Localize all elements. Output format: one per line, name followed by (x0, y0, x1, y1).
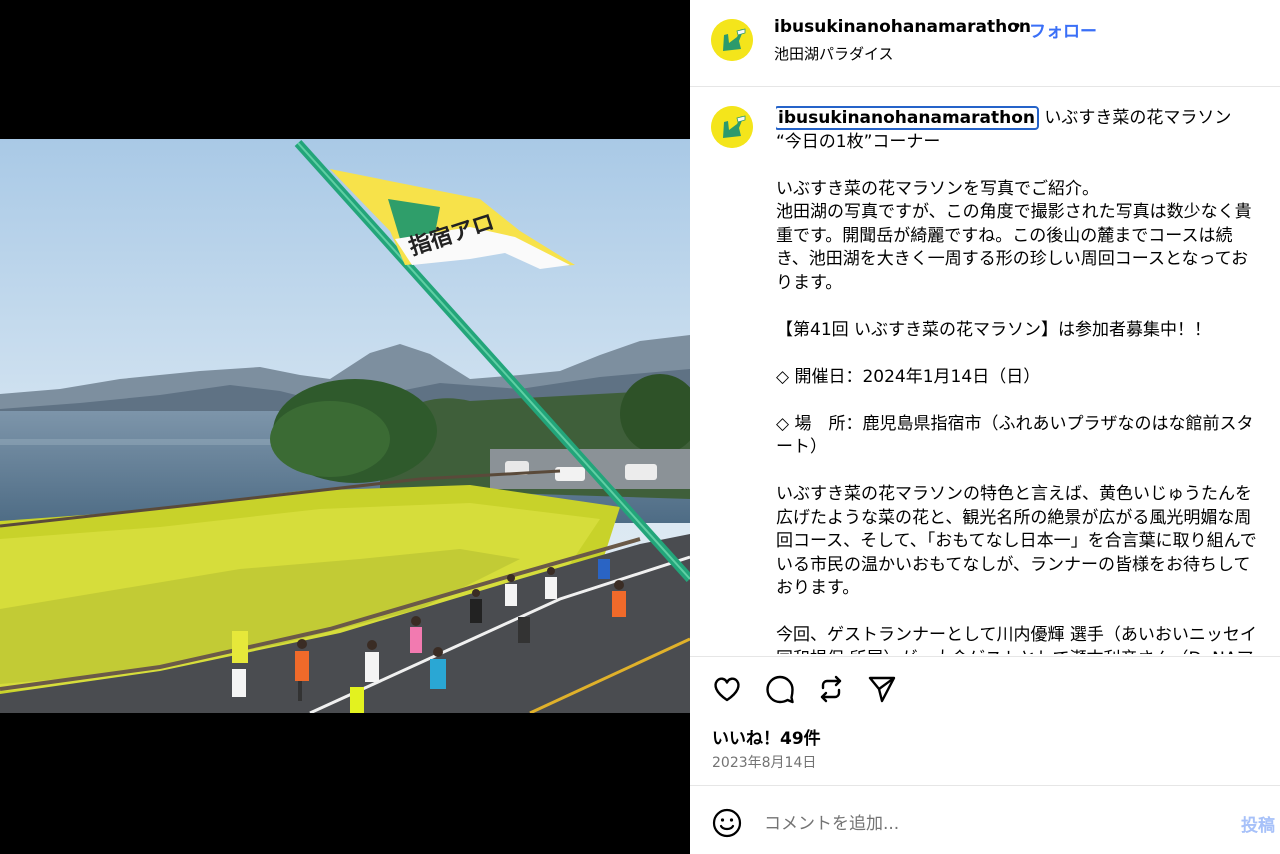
actions-divider (690, 656, 1280, 657)
follow-button[interactable]: フォロー (1029, 17, 1097, 42)
caption-text: いぶすき菜の花マラソン “今日の1枚”コーナー いぶすき菜の花マラソンを写真でご… (776, 108, 1257, 654)
location-link[interactable]: 池田湖パラダイス (774, 43, 894, 64)
profile-avatar[interactable] (711, 19, 753, 61)
marathon-logo-icon (711, 19, 753, 61)
repost-button[interactable] (815, 673, 847, 705)
post-date[interactable]: 2023年8月14日 (712, 752, 816, 772)
header-separator-dot: • (1012, 17, 1023, 37)
heart-icon (714, 677, 740, 702)
comment-input[interactable] (762, 810, 1166, 838)
header-username[interactable]: ibusukinanohanamarathon (774, 17, 1031, 37)
media-viewer: 指宿アロ (0, 0, 690, 854)
comment-divider (690, 785, 1280, 786)
post-panel: ibusukinanohanamarathon • フォロー 池田湖パラダイス … (690, 0, 1280, 854)
paper-plane-icon (868, 676, 896, 703)
emoji-button[interactable] (711, 807, 743, 839)
comment-bubble-icon (766, 675, 794, 704)
post-caption: ibusukinanohanamarathon いぶすき菜の花マラソン “今日の… (776, 106, 1280, 654)
like-button[interactable] (711, 673, 743, 705)
marathon-logo-icon (711, 106, 753, 148)
comment-button[interactable] (764, 673, 796, 705)
share-button[interactable] (866, 673, 898, 705)
repost-icon (820, 675, 842, 703)
caption-username-link[interactable]: ibusukinanohanamarathon (776, 106, 1040, 130)
like-count[interactable]: いいね！49件 (712, 724, 821, 749)
marathon-photo: 指宿アロ (0, 139, 690, 713)
smiley-icon (712, 808, 742, 838)
post-comment-button[interactable]: 投稿 (1241, 811, 1275, 836)
header-divider (690, 86, 1280, 87)
caption-avatar[interactable] (711, 106, 753, 148)
